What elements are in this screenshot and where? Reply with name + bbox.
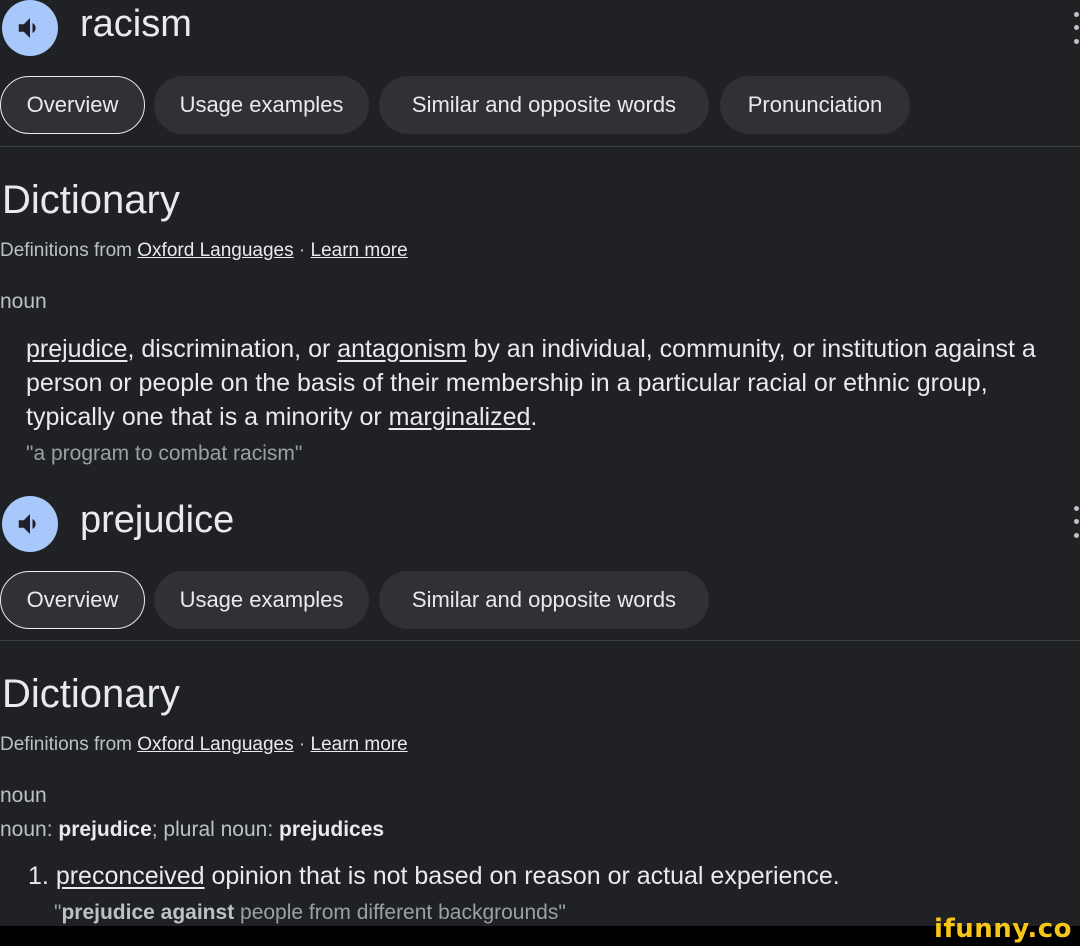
- definitions-source: Definitions from Oxford Languages · Lear…: [0, 734, 408, 756]
- divider: [0, 146, 1080, 147]
- usage-example: "a program to combat racism": [26, 442, 303, 465]
- headword: prejudice: [80, 499, 235, 541]
- link-preconceived[interactable]: preconceived: [56, 862, 205, 890]
- definition: prejudice, discrimination, or antagonism…: [26, 332, 1066, 434]
- sense-number: 1.: [28, 862, 49, 890]
- definitions-source: Definitions from Oxford Languages · Lear…: [0, 240, 408, 262]
- link-prejudice[interactable]: prejudice: [26, 335, 127, 363]
- separator: ·: [298, 734, 306, 755]
- form-singular: prejudice: [58, 818, 152, 841]
- definition-text: .: [530, 403, 538, 431]
- part-of-speech: noun: [0, 784, 47, 807]
- section-title: Dictionary: [2, 178, 180, 222]
- learn-more-link[interactable]: Learn more: [311, 240, 408, 261]
- divider: [0, 640, 1080, 641]
- learn-more-link[interactable]: Learn more: [311, 734, 408, 755]
- part-of-speech: noun: [0, 290, 47, 313]
- bottom-strip: [0, 926, 1080, 946]
- oxford-languages-link[interactable]: Oxford Languages: [137, 734, 293, 755]
- pronounce-button[interactable]: [2, 496, 58, 552]
- example-rest: people from different backgrounds": [234, 901, 566, 924]
- oxford-languages-link[interactable]: Oxford Languages: [137, 240, 293, 261]
- speaker-icon: [18, 18, 36, 38]
- tab-similar-opposite[interactable]: Similar and opposite words: [379, 76, 709, 134]
- forms-label: ; plural noun:: [151, 818, 280, 841]
- section-title: Dictionary: [2, 672, 180, 716]
- definition-text: , discrimination, or: [127, 335, 338, 363]
- tab-usage-examples[interactable]: Usage examples: [154, 76, 369, 134]
- separator: ·: [298, 240, 306, 261]
- more-options-icon[interactable]: [1072, 502, 1080, 542]
- headword: racism: [80, 3, 192, 45]
- definition: 1. preconceived opinion that is not base…: [28, 859, 1068, 893]
- more-options-icon[interactable]: [1072, 8, 1080, 48]
- pronounce-button[interactable]: [2, 0, 58, 56]
- forms-label: noun:: [0, 818, 59, 841]
- word-forms: noun: prejudice; plural noun: prejudices: [0, 818, 384, 842]
- source-prefix: Definitions from: [0, 240, 132, 261]
- usage-example: "prejudice against people from different…: [54, 901, 566, 925]
- example-bold: prejudice against: [61, 901, 235, 924]
- tab-usage-examples[interactable]: Usage examples: [154, 571, 369, 629]
- tab-overview[interactable]: Overview: [0, 571, 145, 629]
- tab-overview[interactable]: Overview: [0, 76, 145, 134]
- watermark-logo: ifunny.co: [934, 914, 1072, 944]
- definition-text: opinion that is not based on reason or a…: [204, 862, 840, 890]
- link-antagonism[interactable]: antagonism: [337, 335, 466, 363]
- word-header-racism: racism: [0, 0, 1080, 60]
- tab-pronunciation[interactable]: Pronunciation: [720, 76, 910, 134]
- tab-similar-opposite[interactable]: Similar and opposite words: [379, 571, 709, 629]
- speaker-icon: [18, 514, 36, 534]
- form-plural: prejudices: [279, 818, 385, 841]
- word-header-prejudice: prejudice: [0, 494, 1080, 554]
- source-prefix: Definitions from: [0, 734, 132, 755]
- link-marginalized[interactable]: marginalized: [389, 403, 531, 431]
